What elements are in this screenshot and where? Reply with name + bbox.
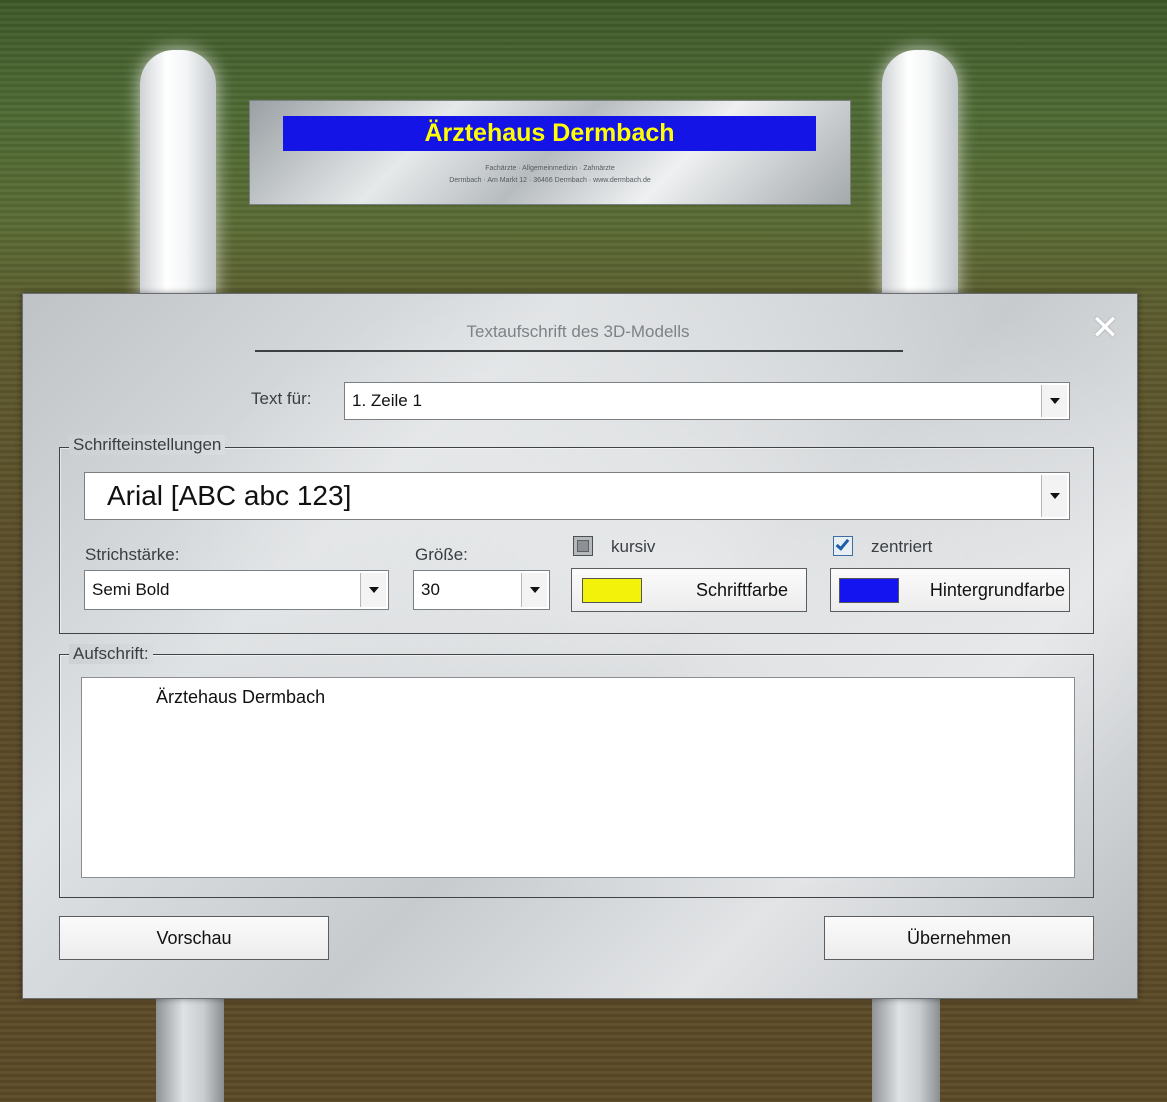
background-color-button-label: Hintergrundfarbe xyxy=(929,579,1065,600)
sign-plate-title: Ärztehaus Dermbach xyxy=(283,116,816,151)
background-color-swatch xyxy=(839,578,899,603)
centered-checkbox[interactable] xyxy=(833,536,853,556)
size-value: 30 xyxy=(421,580,440,599)
sign-plate: Ärztehaus Dermbach Fachärzte · Allgemein… xyxy=(249,100,851,205)
background-color-button[interactable]: Hintergrundfarbe xyxy=(830,568,1070,612)
weight-label: Strichstärke: xyxy=(85,545,180,564)
sign-post-left xyxy=(140,50,216,300)
sign-plate-line1: Fachärzte · Allgemeinmedizin · Zahnärzte xyxy=(485,165,615,172)
text-for-value: 1. Zeile 1 xyxy=(352,391,422,410)
chevron-down-icon[interactable] xyxy=(521,573,547,607)
font-color-button-label: Schriftfarbe xyxy=(695,579,788,600)
inscription-label: Aufschrift: xyxy=(69,644,153,664)
sign-post-left-lower xyxy=(156,995,224,1102)
size-label: Größe: xyxy=(415,545,468,564)
chevron-down-icon[interactable] xyxy=(360,573,386,607)
inscription-text: Ärztehaus Dermbach xyxy=(156,687,326,707)
text-for-dropdown[interactable]: 1. Zeile 1 xyxy=(344,382,1070,420)
italic-checkbox-unchecked-icon xyxy=(577,540,589,552)
inscription-textarea[interactable]: Ärztehaus Dermbach xyxy=(81,677,1075,878)
font-family-value: Arial [ABC abc 123] xyxy=(107,480,352,511)
dialog-title: Textaufschrift des 3D-Modells xyxy=(466,322,690,341)
apply-button[interactable]: Übernehmen xyxy=(824,916,1094,960)
text-for-label: Text für: xyxy=(251,389,312,408)
sign-post-right-lower xyxy=(872,995,940,1102)
weight-value: Semi Bold xyxy=(92,580,170,599)
font-color-button[interactable]: Schriftfarbe xyxy=(571,568,807,612)
weight-dropdown[interactable]: Semi Bold xyxy=(84,570,389,610)
close-icon[interactable]: ✕ xyxy=(1089,311,1121,345)
text-inscription-dialog: Textaufschrift des 3D-Modells ✕ Text für… xyxy=(22,293,1138,999)
font-family-dropdown[interactable]: Arial [ABC abc 123] xyxy=(84,472,1070,520)
italic-label: kursiv xyxy=(611,537,656,556)
chevron-down-icon[interactable] xyxy=(1041,475,1067,517)
sign-plate-line2: Dermbach · Am Markt 12 · 36466 Dermbach … xyxy=(449,177,651,184)
title-divider xyxy=(255,350,903,352)
chevron-down-icon[interactable] xyxy=(1041,385,1067,417)
font-settings-label: Schrifteinstellungen xyxy=(69,435,226,455)
font-color-swatch xyxy=(582,578,642,603)
italic-checkbox[interactable] xyxy=(573,536,593,556)
checkmark-icon xyxy=(835,536,850,551)
centered-label: zentriert xyxy=(871,537,933,556)
sign-post-right xyxy=(882,50,958,300)
preview-button[interactable]: Vorschau xyxy=(59,916,329,960)
size-dropdown[interactable]: 30 xyxy=(413,570,550,610)
